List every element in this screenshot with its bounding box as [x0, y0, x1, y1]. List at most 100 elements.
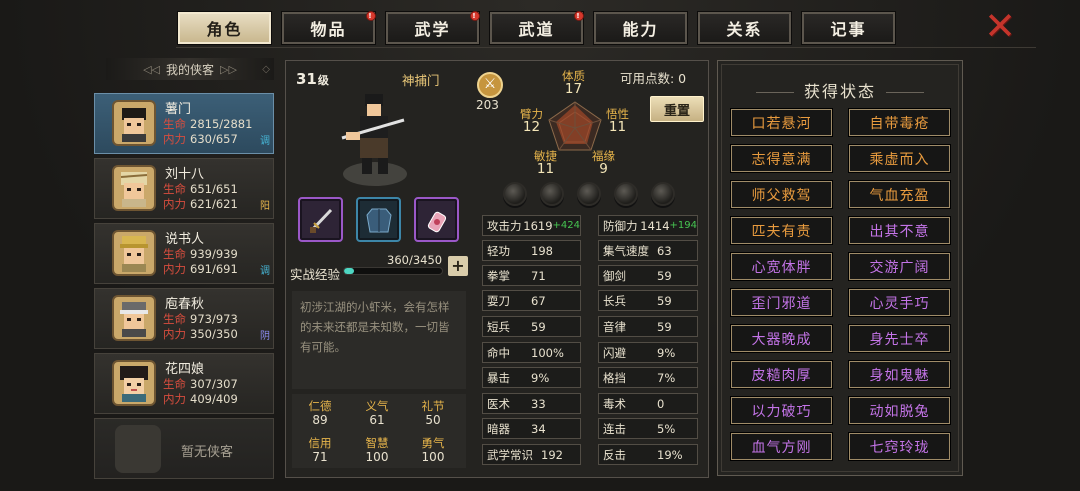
status-item[interactable]: 七窍玲珑 [848, 432, 951, 461]
virtue-value: 100 [421, 450, 445, 464]
hero-card[interactable]: 庖春秋 生命 973/973 内力 350/350 阴 [94, 288, 274, 349]
stat-label: 攻击力 [487, 218, 522, 233]
hero-name: 说书人 [165, 232, 205, 247]
tab-abilities[interactable]: 能力 [593, 11, 688, 45]
orb-slot[interactable] [614, 182, 638, 206]
orb-slot[interactable] [503, 182, 527, 206]
tab-martial-way[interactable]: 武道! [489, 11, 584, 45]
orb-slot[interactable] [540, 182, 564, 206]
sidebar-header: ◁◁ 我的侠客 ▷▷ ◇ [106, 58, 274, 80]
tab-label: 武学 [414, 20, 451, 39]
stat-row: 医术 33 [482, 393, 581, 414]
weapon-slot[interactable] [298, 197, 343, 242]
hero-hp: 生命 2815/2881 [163, 116, 252, 132]
hp-key: 生命 [163, 377, 186, 391]
mp-key: 内力 [163, 327, 186, 341]
tab-bar: 角色 物品! 武学! 武道! 能力 关系 记事 [177, 11, 896, 45]
stat-label: 闪避 [603, 345, 626, 360]
virtue-value: 89 [312, 413, 328, 427]
exp-value: 360/3450 [387, 253, 443, 267]
status-item[interactable]: 大器晚成 [730, 324, 833, 353]
mp-value: 409/409 [190, 392, 238, 406]
attr-value: 12 [522, 119, 541, 135]
orb-slot[interactable] [651, 182, 675, 206]
hero-name: 庖春秋 [165, 297, 205, 312]
status-item[interactable]: 血气方刚 [730, 432, 833, 461]
hero-card[interactable]: 薯门 生命 2815/2881 内力 630/657 调 [94, 93, 274, 154]
status-item[interactable]: 动如脱兔 [848, 396, 951, 425]
tab-journal[interactable]: 记事 [801, 11, 896, 45]
status-item[interactable]: 心灵手巧 [848, 288, 951, 317]
power-icon: ⚔ [477, 72, 503, 98]
status-item[interactable]: 乘虚而入 [848, 144, 951, 173]
hero-card[interactable]: 说书人 生命 939/939 内力 691/691 调 [94, 223, 274, 284]
attr-fortune: 福缘 9 [592, 150, 615, 176]
status-item[interactable]: 身如鬼魅 [848, 360, 951, 389]
exp-label: 实战经验 [290, 267, 341, 282]
mp-value: 630/657 [190, 132, 238, 146]
avatar [112, 360, 156, 406]
tab-relations[interactable]: 关系 [697, 11, 792, 45]
status-panel-title: 获得状态 [717, 78, 963, 102]
hero-card[interactable]: 花四娘 生命 307/307 内力 409/409 [94, 353, 274, 414]
status-item[interactable]: 以力破巧 [730, 396, 833, 425]
stat-value: 9% [531, 370, 550, 385]
add-exp-button[interactable]: + [448, 256, 468, 276]
hero-name: 刘十八 [165, 167, 205, 182]
stat-row: 反击 19% [598, 444, 698, 465]
hero-mp: 内力 409/409 [163, 391, 238, 407]
hero-hp: 生命 651/651 [163, 181, 238, 197]
character-description: 初涉江湖的小虾米，会有怎样的未来还都是未知数，一切皆有可能。 [292, 291, 466, 389]
hero-mp: 内力 350/350 [163, 326, 238, 342]
avatar [112, 230, 156, 276]
stat-label: 防御力 [603, 218, 638, 233]
tab-label: 角色 [206, 20, 243, 39]
tab-role[interactable]: 角色 [177, 11, 272, 45]
mp-key: 内力 [163, 197, 186, 211]
stat-row: 长兵 59 [598, 290, 698, 311]
power-value: 203 [476, 98, 499, 112]
accessory-slot[interactable] [414, 197, 459, 242]
virtue-label: 信用 [308, 436, 332, 450]
avatar [112, 295, 156, 341]
avatar [112, 100, 156, 146]
tab-label: 能力 [622, 20, 659, 39]
stat-row: 暴击 9% [482, 367, 581, 388]
orb-slot[interactable] [577, 182, 601, 206]
stat-value: 71 [531, 268, 546, 283]
hero-card-empty: 暂无侠客 [94, 418, 274, 479]
status-item[interactable]: 口若悬河 [730, 108, 833, 137]
exp-bar [343, 267, 443, 275]
virtue-value: 50 [425, 413, 441, 427]
virtue-label: 仁德 [308, 399, 332, 413]
virtue-item: 义气 61 [349, 399, 405, 427]
pin-icon[interactable]: ◇ [262, 64, 270, 75]
attr-value: 9 [599, 161, 608, 177]
status-item[interactable]: 皮糙肉厚 [730, 360, 833, 389]
status-item[interactable]: 志得意满 [730, 144, 833, 173]
status-item[interactable]: 歪门邪道 [730, 288, 833, 317]
status-item[interactable]: 匹夫有责 [730, 216, 833, 245]
status-item[interactable]: 身先士卒 [848, 324, 951, 353]
reset-button[interactable]: 重置 [650, 96, 704, 122]
tab-martial-arts[interactable]: 武学! [385, 11, 480, 45]
status-item[interactable]: 心宽体胖 [730, 252, 833, 281]
stat-value: 192 [541, 447, 563, 462]
tab-items[interactable]: 物品! [281, 11, 376, 45]
status-item[interactable]: 自带毒疮 [848, 108, 951, 137]
hp-key: 生命 [163, 182, 186, 196]
hp-value: 2815/2881 [190, 117, 253, 131]
stat-label: 毒术 [603, 396, 626, 411]
status-item[interactable]: 交游广阔 [848, 252, 951, 281]
hero-card[interactable]: 刘十八 生命 651/651 内力 621/621 阳 [94, 158, 274, 219]
status-item[interactable]: 气血充盈 [848, 180, 951, 209]
status-item[interactable]: 师父救驾 [730, 180, 833, 209]
status-item[interactable]: 出其不意 [848, 216, 951, 245]
armor-slot[interactable] [356, 197, 401, 242]
virtue-item: 勇气 100 [405, 436, 461, 464]
hero-mp: 内力 630/657 [163, 131, 238, 147]
stat-row: 命中 100% [482, 342, 581, 363]
mp-key: 内力 [163, 132, 186, 146]
hero-hp: 生命 973/973 [163, 311, 238, 327]
close-icon[interactable]: ✕ [982, 7, 1018, 45]
